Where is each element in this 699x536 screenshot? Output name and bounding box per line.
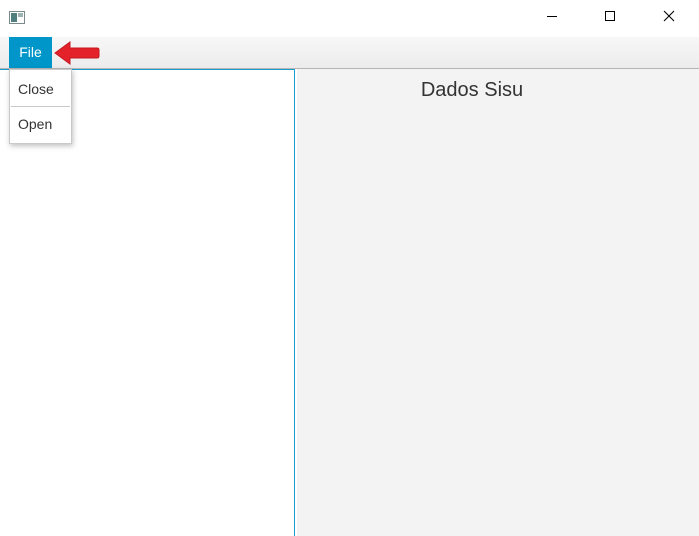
- menu-item-open[interactable]: Open: [10, 107, 71, 141]
- maximize-button[interactable]: [581, 0, 639, 36]
- file-dropdown-menu: Close Open: [9, 69, 72, 144]
- content-title: Dados Sisu: [420, 79, 524, 101]
- title-bar: [0, 0, 699, 36]
- minimize-button[interactable]: [523, 0, 581, 36]
- minimize-icon: [546, 9, 558, 27]
- app-window: File Dados Sisu Close Open: [0, 0, 699, 536]
- file-menu[interactable]: File: [9, 37, 52, 68]
- red-arrow-icon: [54, 40, 100, 66]
- close-icon: [663, 9, 675, 27]
- maximize-icon: [604, 9, 616, 27]
- right-pane: Dados Sisu: [297, 69, 699, 536]
- app-window-icon: [9, 11, 25, 24]
- menu-bar: File: [0, 37, 699, 69]
- menu-item-close[interactable]: Close: [10, 72, 71, 106]
- close-window-button[interactable]: [640, 0, 698, 36]
